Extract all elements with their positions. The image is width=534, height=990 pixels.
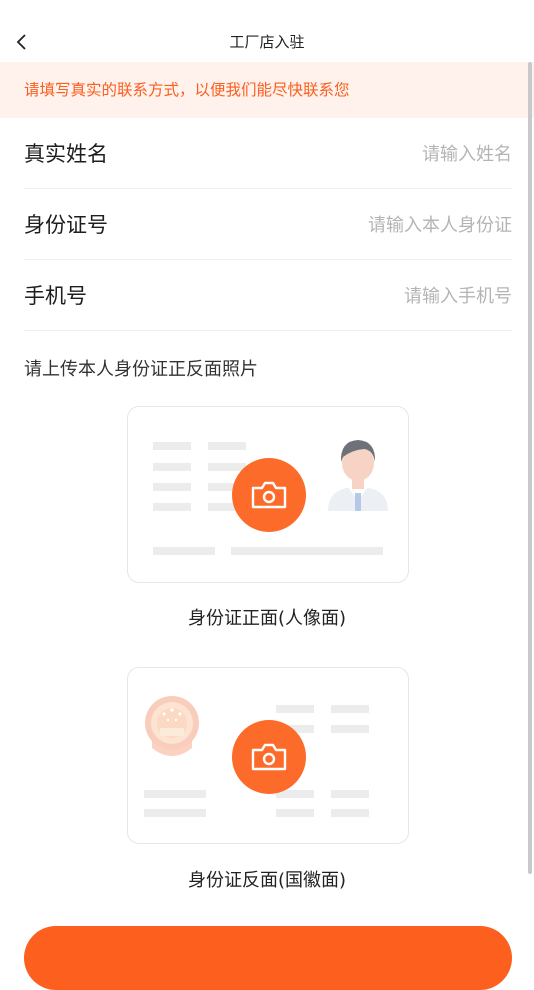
- id-front-caption: 身份证正面(人像面): [187, 608, 347, 629]
- field-name: 真实姓名: [24, 118, 512, 189]
- id-front-upload-card[interactable]: [127, 406, 409, 583]
- field-name-label: 真实姓名: [24, 142, 108, 166]
- placeholder-line: [153, 483, 191, 491]
- placeholder-line: [276, 809, 314, 817]
- camera-icon: [251, 743, 287, 771]
- upload-title: 请上传本人身份证正反面照片: [24, 359, 258, 380]
- scrollbar[interactable]: [528, 62, 532, 874]
- placeholder-line: [153, 463, 191, 471]
- placeholder-line: [144, 809, 206, 817]
- placeholder-line: [331, 725, 369, 733]
- field-id-number: 身份证号: [24, 189, 512, 260]
- placeholder-line: [331, 705, 369, 713]
- name-input[interactable]: [212, 140, 512, 168]
- national-emblem-icon: [145, 696, 199, 756]
- nav-header: 工厂店入驻: [0, 0, 534, 62]
- placeholder-line: [208, 442, 246, 450]
- placeholder-line: [153, 503, 191, 511]
- id-back-upload-card[interactable]: [127, 667, 409, 844]
- placeholder-line: [153, 442, 191, 450]
- id-back-caption: 身份证反面(国徽面): [187, 870, 347, 891]
- placeholder-line: [153, 547, 215, 555]
- placeholder-line: [231, 547, 383, 555]
- camera-button-front[interactable]: [232, 458, 306, 532]
- placeholder-line: [276, 705, 314, 713]
- field-phone-label: 手机号: [24, 284, 87, 308]
- phone-input[interactable]: [212, 282, 512, 310]
- field-phone: 手机号: [24, 260, 512, 331]
- id-number-input[interactable]: [212, 211, 512, 239]
- page-title: 工厂店入驻: [229, 33, 305, 51]
- field-id-label: 身份证号: [24, 213, 108, 237]
- placeholder-line: [331, 790, 369, 798]
- placeholder-line: [144, 790, 206, 798]
- notice-banner: 请填写真实的联系方式，以便我们能尽快联系您: [0, 62, 534, 118]
- portrait-icon: [328, 440, 388, 511]
- submit-button[interactable]: [24, 926, 512, 990]
- camera-icon: [251, 481, 287, 509]
- camera-button-back[interactable]: [232, 720, 306, 794]
- placeholder-line: [331, 809, 369, 817]
